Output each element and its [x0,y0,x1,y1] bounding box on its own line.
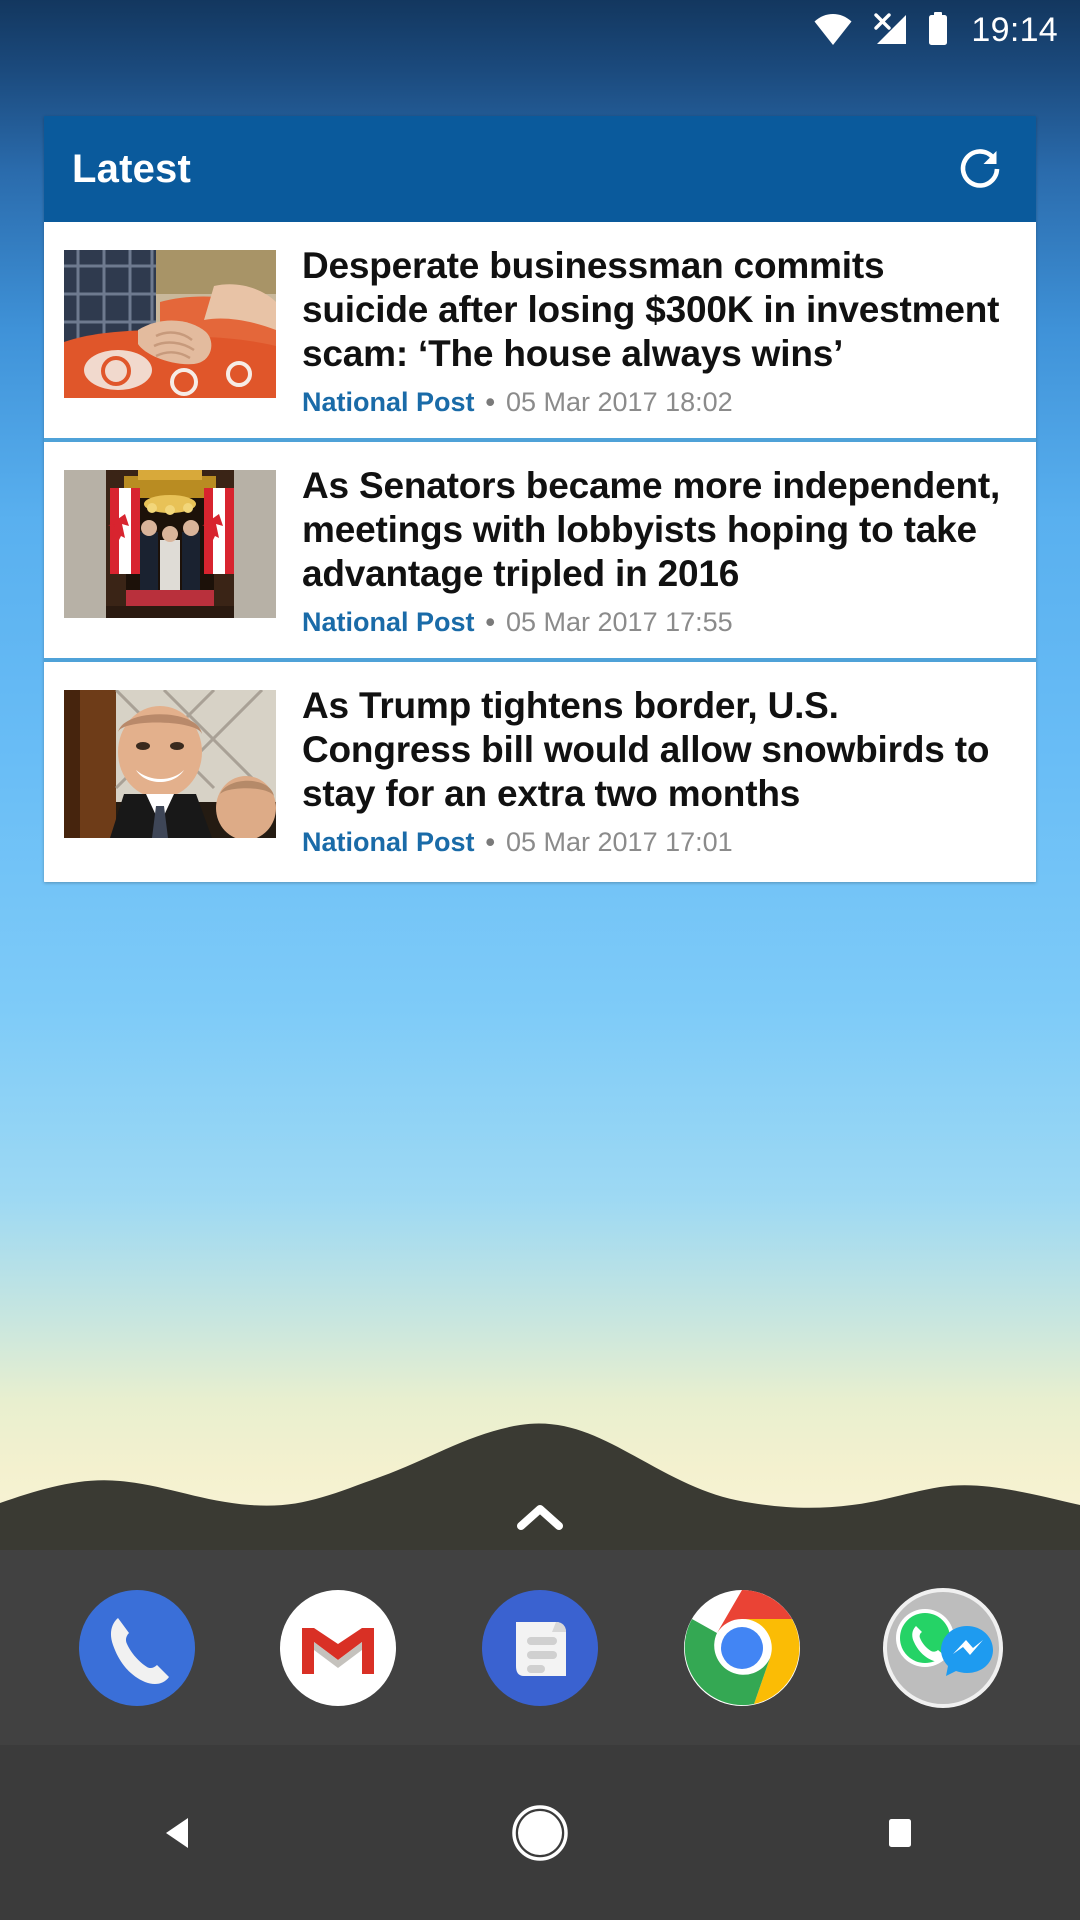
nav-recents-button[interactable] [720,1745,1080,1920]
wifi-icon [813,12,853,51]
nav-back-button[interactable] [0,1745,360,1920]
refresh-icon[interactable] [952,141,1008,197]
news-thumbnail [64,690,276,839]
news-list-item[interactable]: Desperate businessman commits suicide af… [44,222,1036,443]
news-list-item[interactable]: As Trump tightens border, U.S. Congress … [44,662,1036,883]
news-timestamp: 05 Mar 2017 17:55 [505,607,733,638]
news-source: National Post [302,387,475,418]
news-source: National Post [302,607,475,638]
news-thumbnail [64,250,276,398]
news-list-item[interactable]: As Senators became more independent, mee… [44,442,1036,663]
meta-separator: • [485,607,495,638]
dock [0,1550,1080,1745]
news-timestamp: 05 Mar 2017 18:02 [505,387,733,418]
news-headline: Desperate businessman commits suicide af… [302,245,1000,375]
battery-icon [927,11,949,51]
news-source: National Post [302,827,475,858]
navigation-bar [0,1745,1080,1920]
dock-icon-messages[interactable] [472,1580,608,1716]
status-bar: 19:14 [0,0,1080,62]
news-widget-title: Latest [72,146,192,191]
dock-icon-chat-folder[interactable] [875,1580,1011,1716]
news-meta: National Post • 05 Mar 2017 17:01 [302,829,1010,856]
meta-separator: • [485,387,495,418]
news-headline: As Trump tightens border, U.S. Congress … [302,685,990,815]
news-thumbnail [64,470,276,619]
news-list: Desperate businessman commits suicide af… [44,222,1036,883]
news-item-text: As Senators became more independent, mee… [302,464,1010,636]
meta-separator: • [485,827,495,858]
app-drawer-chevron-up-icon[interactable] [517,1502,563,1532]
cellular-no-sim-icon [870,12,910,51]
news-widget-header: Latest [44,116,1036,222]
news-item-text: Desperate businessman commits suicide af… [302,244,1010,416]
news-timestamp: 05 Mar 2017 17:01 [505,827,733,858]
news-meta: National Post • 05 Mar 2017 18:02 [302,389,1010,416]
dock-icon-phone[interactable] [69,1580,205,1716]
status-bar-clock: 19:14 [971,11,1058,49]
news-item-text: As Trump tightens border, U.S. Congress … [302,684,1010,856]
dock-icon-gmail[interactable] [270,1580,406,1716]
nav-home-button[interactable] [360,1745,720,1920]
news-headline: As Senators became more independent, mee… [302,465,1001,595]
dock-icon-chrome[interactable] [674,1580,810,1716]
news-meta: National Post • 05 Mar 2017 17:55 [302,609,1010,636]
news-widget[interactable]: Latest Desperate businessman commits sui… [44,116,1036,883]
